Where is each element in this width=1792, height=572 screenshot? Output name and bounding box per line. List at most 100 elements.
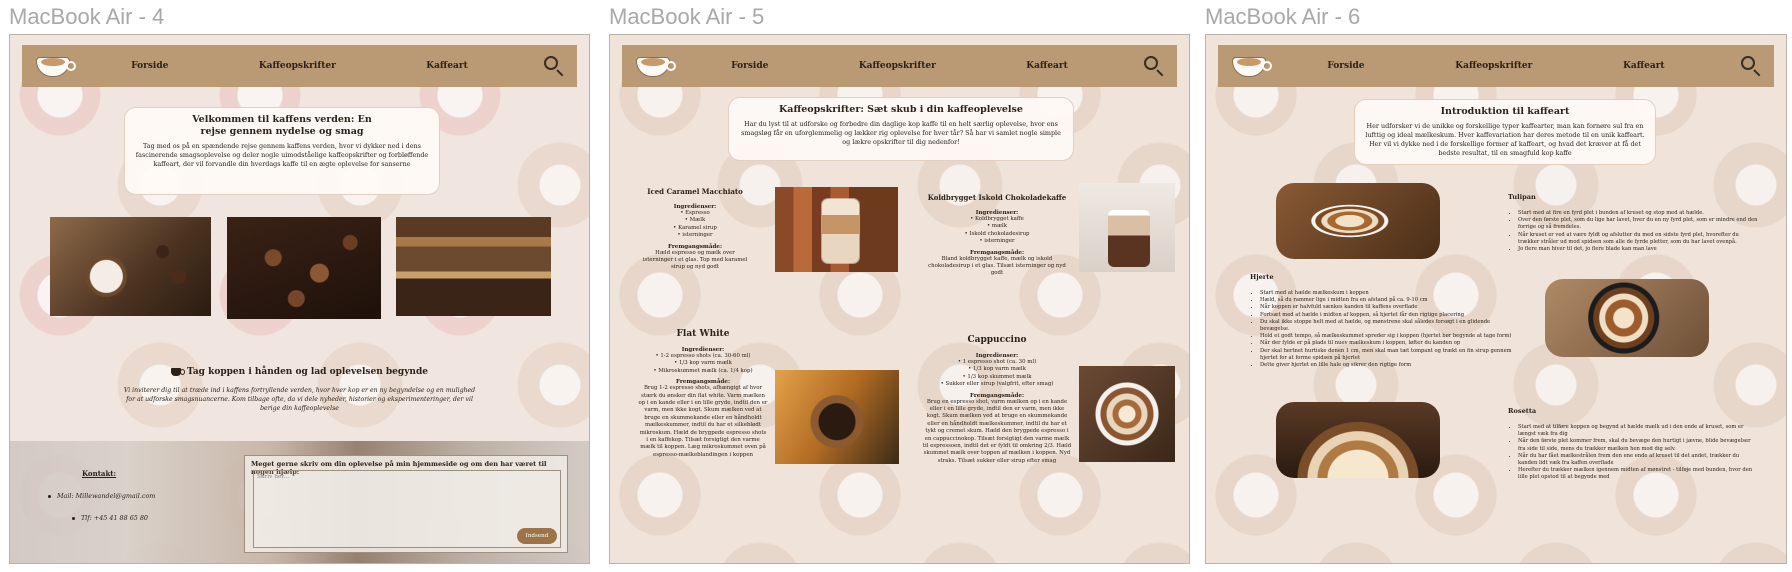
frame-coffee-art[interactable]: Forside Kaffeopskrifter Kaffeart Introdu… (1205, 34, 1787, 564)
ingredient-item: Espresso (640, 210, 750, 217)
variety-tulipan: Tulipan Start med at fire en fyrd plet i… (1508, 193, 1758, 253)
cappuccino-photo (1079, 366, 1175, 462)
tagline-text: Vi inviterer dig til at træde ind i kaff… (123, 387, 476, 412)
tagline-section: Tag koppen i hånden og lad oplevelsen be… (10, 361, 589, 413)
variety-step: Når koppen er halvfuld sænkes kanden til… (1260, 304, 1512, 311)
ingredient-item: Mikroskummet mælk (ca. 1/4 kop) (638, 368, 768, 375)
recipe-cappuccino: Cappuccino Ingredienser: 1 espresso shot… (922, 335, 1072, 465)
nav-link-kaffeart[interactable]: Kaffeart (1623, 61, 1665, 71)
coffee-art-intro-title: Introduktion til kaffeart (1440, 106, 1570, 117)
welcome-title-line-2: rejse gennem nydelse og smag (200, 126, 364, 137)
variety-steps: Start med at hælde mælkeskum i koppen Hæ… (1250, 290, 1512, 369)
ingredient-item: Sukker eller sirup (valgfrit, efter smag… (922, 381, 1072, 388)
iced-macchiato-photo (775, 187, 898, 272)
welcome-title-line-1: Velkommen til kaffens verden: En (192, 114, 372, 125)
welcome-box: Velkommen til kaffens verden: En rejse g… (124, 107, 440, 195)
ingredient-item: mælk (922, 223, 1072, 230)
frame-recipes[interactable]: Forside Kaffeopskrifter Kaffeart Kaffeop… (609, 34, 1190, 564)
nav-link-kaffeopskrifter[interactable]: Kaffeopskrifter (1455, 61, 1532, 71)
nav-links: Forside Kaffeopskrifter Kaffeart (76, 61, 543, 71)
coffee-beans-photo (227, 217, 381, 319)
search-icon[interactable] (1143, 55, 1165, 77)
welcome-text: Tag med os på en spændende rejse gennem … (135, 142, 429, 168)
tagline-title-row: Tag koppen i hånden og lad oplevelsen be… (171, 367, 428, 377)
search-icon[interactable] (1740, 55, 1762, 77)
coffee-art-intro-box: Introduktion til kaffeart Her udforsker … (1354, 99, 1656, 165)
frame-home[interactable]: Forside Kaffeopskrifter Kaffeart Velkomm… (9, 34, 590, 564)
nav-link-forside[interactable]: Forside (731, 61, 768, 71)
variety-rosetta: Rosetta Start med at tilføre koppen og b… (1508, 407, 1758, 482)
variety-step: Jo flere man hiver til det, jo flere bla… (1518, 246, 1758, 253)
variety-step: Start med at tilføre koppen og begynd at… (1518, 424, 1758, 438)
recipes-intro-box: Kaffeopskrifter: Sæt skub i din kaffeopl… (728, 97, 1074, 161)
ingredient-item: isterninger (922, 238, 1072, 245)
espresso-machine-photo (396, 217, 551, 316)
navbar: Forside Kaffeopskrifter Kaffeart (22, 45, 577, 87)
search-icon[interactable] (543, 55, 565, 77)
recipe-title: Iced Caramel Macchiato (647, 187, 743, 196)
welcome-title: Velkommen til kaffens verden: En rejse g… (135, 114, 429, 138)
ingredient-item: Koldbrygget kaffe (922, 216, 1072, 223)
variety-step: Når kruset er ved at være fyldt og afslu… (1518, 232, 1758, 246)
bullet-icon (48, 495, 51, 498)
nav-links: Forside Kaffeopskrifter Kaffeart (1272, 61, 1740, 71)
hjerte-latte-photo (1545, 279, 1709, 357)
variety-title: Rosetta (1508, 407, 1537, 415)
variety-steps: Start med at tilføre koppen og begynd at… (1508, 424, 1758, 482)
contact-mail-text: Mail: Millewandel@gmail.com (57, 492, 156, 500)
coffee-cup-logo-icon[interactable] (32, 51, 76, 81)
method-text: Hæld espresso og mælk over isterninger i… (642, 249, 748, 271)
feedback-form: Meget gerne skriv om din oplevelse på mi… (244, 455, 568, 553)
method-text: Brug en espresso shot, varm mælken op i … (922, 398, 1072, 464)
recipe-title: Flat White (676, 329, 730, 339)
frame-label-6: MacBook Air - 6 (1205, 4, 1361, 29)
variety-step: Der skal hertnet hurtiske denen 1 cm, me… (1260, 348, 1512, 362)
variety-step: Start med at fire en fyrd plet i bunden … (1518, 210, 1758, 217)
coffee-art-intro-text: Her udforsker vi de unikke og forskellig… (1365, 122, 1645, 157)
ingredient-item: 1/3 kop varm mælk (922, 366, 1072, 373)
ingredient-item: Iskold chokoladesirup (922, 231, 1072, 238)
method-text: Bland koldbrygget kaffe, mælk og iskold … (928, 255, 1066, 277)
recipe-flat-white: Flat White Ingredienser: 1-2 espresso sh… (638, 329, 768, 459)
ingredients-list: 1-2 espresso shots (ca. 30-60 ml) 1/3 ko… (638, 353, 768, 375)
recipe-iced-caramel-macchiato: Iced Caramel Macchiato Ingredienser: Esp… (640, 187, 750, 272)
nav-link-kaffeopskrifter[interactable]: Kaffeopskrifter (259, 61, 336, 71)
coffee-cup-logo-icon[interactable] (1228, 51, 1272, 81)
ingredient-item: 1-2 espresso shots (ca. 30-60 ml) (638, 353, 768, 360)
recipes-intro-title: Kaffeopskrifter: Sæt skub i din kaffeopl… (779, 104, 1023, 115)
navbar: Forside Kaffeopskrifter Kaffeart (1218, 45, 1774, 87)
feedback-textarea[interactable]: Skriv her... (253, 470, 561, 548)
contact-mail[interactable]: Mail: Millewandel@gmail.com (48, 492, 168, 500)
coffee-cup-icon (171, 368, 185, 376)
nav-link-forside[interactable]: Forside (131, 61, 168, 71)
contact-block: Kontakt: Mail: Millewandel@gmail.com Tlf… (48, 469, 168, 536)
tagline-title: Tag koppen i hånden og lad oplevelsen be… (187, 367, 428, 377)
variety-steps: Start med at fire en fyrd plet i bunden … (1508, 210, 1758, 253)
contact-phone-text: Tlf: +45 41 88 65 80 (81, 514, 148, 522)
iced-chocolate-coffee-photo (1079, 183, 1175, 272)
variety-step: Herefter du trækker mælken igennem midte… (1518, 467, 1758, 481)
ingredient-item: Karamel sirup (640, 225, 750, 232)
design-canvas: MacBook Air - 4 MacBook Air - 5 MacBook … (0, 0, 1792, 572)
ingredient-item: isterninger (640, 232, 750, 239)
contact-phone[interactable]: Tlf: +45 41 88 65 80 (72, 514, 168, 522)
bullet-icon (72, 517, 75, 520)
recipe-koldbrygget-chokoladekaffe: Koldbrygget Iskold Chokoladekaffe Ingred… (922, 193, 1072, 278)
nav-link-forside[interactable]: Forside (1327, 61, 1364, 71)
ingredient-item: 1/3 kop varm mælk (638, 360, 768, 367)
variety-step: Over den første plet, som du lige har la… (1518, 217, 1758, 231)
contact-heading: Kontakt: (82, 469, 117, 478)
nav-link-kaffeart[interactable]: Kaffeart (1026, 61, 1068, 71)
variety-step: Når der fylde er på plads til nuev mælke… (1260, 340, 1512, 347)
frame-label-5: MacBook Air - 5 (609, 4, 765, 29)
flat-white-photo (775, 370, 899, 464)
nav-link-kaffeart[interactable]: Kaffeart (426, 61, 468, 71)
coffee-cup-logo-icon[interactable] (632, 51, 676, 81)
rosetta-latte-photo (1276, 402, 1440, 478)
nav-link-kaffeopskrifter[interactable]: Kaffeopskrifter (859, 61, 936, 71)
submit-button[interactable]: Indsend (517, 528, 557, 544)
variety-hjerte: Hjerte Start med at hælde mælkeskum i ko… (1250, 273, 1512, 369)
nav-links: Forside Kaffeopskrifter Kaffeart (676, 61, 1143, 71)
recipe-title: Koldbrygget Iskold Chokoladekaffe (927, 193, 1067, 202)
variety-step: Dette giver hjertet en lille hale og sik… (1260, 362, 1512, 369)
